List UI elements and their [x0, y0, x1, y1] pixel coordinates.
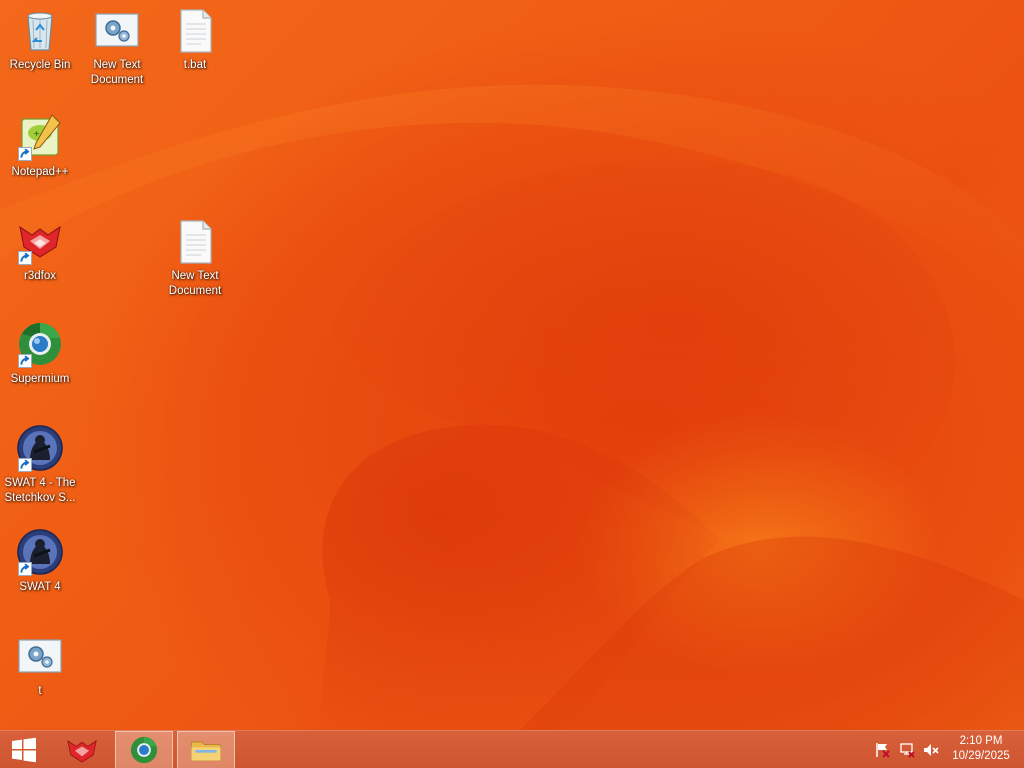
volume-muted-icon — [924, 744, 939, 756]
desktop-icon-label: t — [38, 685, 42, 697]
taskbar-app-r3dfox[interactable] — [53, 731, 111, 768]
desktop-icon-notepad-plus-plus[interactable]: ++ Notepad++ — [2, 113, 78, 180]
shortcut-arrow-icon — [18, 147, 32, 161]
windows-logo-icon — [12, 737, 36, 763]
shortcut-arrow-icon — [18, 562, 32, 576]
clock-date: 10/29/2025 — [952, 750, 1010, 762]
desktop-icon-label: Recycle Bin — [9, 59, 71, 71]
supermium-icon — [16, 320, 64, 368]
desktop-icon-swat4[interactable]: SWAT 4 — [2, 528, 78, 595]
tray-action-center[interactable] — [872, 731, 892, 768]
start-button[interactable] — [0, 731, 48, 768]
desktop-icon-label: Notepad++ — [11, 166, 69, 178]
swat4-icon — [16, 528, 64, 576]
desktop-icon-label: SWAT 4 — [19, 581, 61, 593]
desktop-icon-label: New Text Document — [90, 59, 144, 86]
clock-time: 2:10 PM — [959, 735, 1003, 747]
desktop-icon-label: Supermium — [10, 373, 70, 385]
supermium-icon — [130, 736, 158, 764]
desktop-icon-recycle-bin[interactable]: Recycle Bin — [2, 6, 78, 73]
taskbar: 2:10 PM 10/29/2025 — [0, 730, 1024, 768]
settings-file-icon — [93, 6, 141, 54]
desktop-icon-t[interactable]: t — [2, 632, 78, 699]
desktop-icon-label: New Text Document — [168, 270, 222, 297]
desktop-icon-swat4-stetchkov[interactable]: SWAT 4 - The Stetchkov S... — [2, 424, 78, 506]
desktop-icon-t-bat[interactable]: t.bat — [157, 6, 233, 73]
taskbar-app-supermium[interactable] — [115, 731, 173, 768]
desktop-icon-label: t.bat — [183, 59, 207, 71]
desktop-icon-new-text-document[interactable]: New Text Document — [79, 6, 155, 88]
desktop-icon-supermium[interactable]: Supermium — [2, 320, 78, 387]
action-center-flag-icon — [876, 743, 890, 758]
taskbar-app-file-explorer[interactable] — [177, 731, 235, 768]
shortcut-arrow-icon — [18, 251, 32, 265]
desktop-icon-r3dfox[interactable]: r3dfox — [2, 217, 78, 284]
text-file-icon — [171, 217, 219, 265]
notepad-plus-plus-icon: ++ — [16, 113, 64, 161]
file-explorer-icon — [191, 741, 221, 761]
shortcut-arrow-icon — [18, 458, 32, 472]
desktop-icon-label: r3dfox — [24, 270, 56, 282]
text-file-icon — [171, 6, 219, 54]
desktop-wallpaper — [0, 0, 1024, 730]
shortcut-arrow-icon — [18, 354, 32, 368]
settings-file-icon — [16, 632, 64, 680]
network-icon — [900, 743, 915, 758]
r3dfox-icon — [16, 217, 64, 265]
tray-network[interactable] — [897, 731, 917, 768]
taskbar-clock[interactable]: 2:10 PM 10/29/2025 — [946, 734, 1016, 764]
swat4-icon — [16, 424, 64, 472]
desktop-icon-new-text-document-2[interactable]: New Text Document — [157, 217, 233, 299]
recycle-bin-icon — [16, 6, 64, 54]
desktop-icon-label: SWAT 4 - The Stetchkov S... — [4, 477, 76, 504]
tray-volume[interactable] — [921, 731, 941, 768]
r3dfox-icon — [67, 740, 97, 763]
